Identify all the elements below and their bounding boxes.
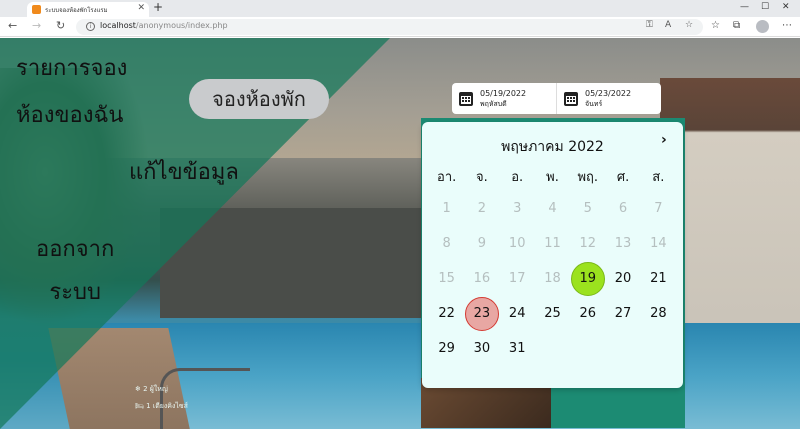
site-favicon-icon xyxy=(32,5,41,14)
logout-link[interactable]: ออกจาก ระบบ xyxy=(36,231,114,309)
calendar-day: 15 xyxy=(438,271,455,286)
forward-icon[interactable]: → xyxy=(32,19,41,32)
checkout-date-field[interactable]: 05/23/2022 จันทร์ xyxy=(556,83,661,114)
calendar-day[interactable]: 28 xyxy=(641,296,676,331)
calendar-month-title: พฤษภาคม 2022 xyxy=(501,139,604,155)
calendar-day[interactable]: 29 xyxy=(429,331,464,366)
close-window-icon[interactable]: ✕ xyxy=(782,2,790,12)
chevron-right-icon[interactable]: › xyxy=(661,132,667,148)
my-bookings-line2: ห้องของฉัน xyxy=(16,103,124,128)
profile-avatar[interactable] xyxy=(756,20,769,33)
calendar-day: 18 xyxy=(544,271,561,286)
calendar-day[interactable]: 20 xyxy=(605,261,640,296)
calendar-day: 8 xyxy=(442,236,451,251)
calendar-day[interactable]: 25 xyxy=(535,296,570,331)
tab-title: ระบบจองห้องพักโรงแรม xyxy=(45,6,108,14)
reload-icon[interactable]: ↻ xyxy=(56,19,65,32)
calendar-day[interactable]: 30 xyxy=(464,331,499,366)
checkin-date: 05/19/2022 xyxy=(480,88,527,98)
browser-toolbar: ← → ↻ i localhost/anonymous/index.php ⚿ … xyxy=(0,17,800,37)
url-host: localhost xyxy=(100,21,136,30)
calendar-day: 10 xyxy=(508,236,526,251)
calendar-day: 16 xyxy=(473,271,491,286)
calendar-day: 12 xyxy=(579,236,597,251)
calendar-day[interactable]: 31 xyxy=(500,331,535,366)
weekday-label: ศ. xyxy=(616,170,630,185)
calendar-day[interactable]: 26 xyxy=(570,296,605,331)
calendar-icon xyxy=(564,91,578,106)
calendar-day[interactable]: 24 xyxy=(500,296,535,331)
calendar-day: 11 xyxy=(544,236,561,251)
collections-icon[interactable]: ⧉ xyxy=(733,20,740,31)
calendar-days-grid: 1 2 3 4 5 6 7 8 9 10 11 12 13 14 15 16 17 18 19 20 21 22 23 24 2… xyxy=(429,191,676,366)
page-content: รายการจอง ห้องของฉัน จองห้องพัก แก้ไขข้อ… xyxy=(0,38,800,429)
calendar-day: 5 xyxy=(583,201,592,216)
browser-tab-bar: ระบบจองห้องพักโรงแรม ✕ + — ☐ ✕ xyxy=(0,0,800,17)
logout-line1: ออกจาก xyxy=(36,237,115,262)
site-info-icon[interactable]: i xyxy=(86,22,95,31)
calendar-day: 3 xyxy=(513,201,522,216)
calendar-popup: พฤษภาคม 2022 › อา. จ. อ. พ. พฤ. ศ. ส. 12345678… xyxy=(422,122,683,388)
calendar-icon xyxy=(459,91,473,106)
calendar-day: 14 xyxy=(650,236,667,251)
weekday-label: อ. xyxy=(511,170,524,185)
logout-line2: ระบบ xyxy=(49,280,101,305)
calendar-day-checkout[interactable]: 23 xyxy=(464,296,499,331)
calendar-day: 7 xyxy=(654,201,663,216)
weekday-label: พ. xyxy=(546,170,559,185)
maximize-icon[interactable]: ☐ xyxy=(761,2,769,12)
calendar-day: 2 xyxy=(477,201,487,216)
weekday-label: อา. xyxy=(437,170,457,185)
minimize-icon[interactable]: — xyxy=(740,2,749,12)
edit-info-link[interactable]: แก้ไขข้อมูล xyxy=(129,154,239,189)
guests-text: ❄ 2 ผู้ใหญ่ xyxy=(135,385,168,393)
back-icon[interactable]: ← xyxy=(8,19,17,32)
calendar-day[interactable]: 22 xyxy=(429,296,464,331)
url-text: localhost/anonymous/index.php xyxy=(100,21,228,30)
favorite-icon[interactable]: ☆ xyxy=(685,20,693,30)
calendar-day: 1 xyxy=(442,201,451,216)
checkin-date-field[interactable]: 05/19/2022 พฤหัสบดี xyxy=(452,83,556,114)
close-tab-icon[interactable]: ✕ xyxy=(137,3,145,13)
favorites-bar-icon[interactable]: ☆ xyxy=(711,20,720,31)
more-menu-icon[interactable]: ⋯ xyxy=(782,20,792,31)
my-bookings-link[interactable]: รายการจอง ห้องของฉัน xyxy=(16,50,127,132)
calendar-day[interactable]: 21 xyxy=(641,261,676,296)
calendar-day[interactable]: 27 xyxy=(605,296,640,331)
weekday-label: พฤ. xyxy=(577,170,599,185)
calendar-day: 4 xyxy=(548,201,557,216)
guests-label: 2 ผู้ใหญ่ xyxy=(143,385,168,393)
url-path: /anonymous/index.php xyxy=(135,21,228,30)
checkout-date: 05/23/2022 xyxy=(585,88,632,98)
new-tab-icon[interactable]: + xyxy=(153,0,163,14)
calendar-day: 17 xyxy=(508,271,526,286)
bed-text: 🛏 1 เตียงคิงไซส์ xyxy=(135,402,188,410)
calendar-day-checkin[interactable]: 19 xyxy=(570,261,605,296)
read-aloud-icon[interactable]: A xyxy=(665,20,671,30)
address-bar[interactable]: i localhost/anonymous/index.php ⚿ A ☆ xyxy=(76,19,703,35)
checkout-day: จันทร์ xyxy=(585,99,603,108)
book-room-button[interactable]: จองห้องพัก xyxy=(189,79,329,119)
calendar-day: 6 xyxy=(618,201,628,216)
room-info: ❄ 2 ผู้ใหญ่ 🛏 1 เตียงคิงไซส์ xyxy=(135,384,188,412)
bed-label: 1 เตียงคิงไซส์ xyxy=(146,402,188,410)
date-range-picker[interactable]: 05/19/2022 พฤหัสบดี 05/23/2022 จันทร์ xyxy=(452,83,661,114)
calendar-day: 9 xyxy=(477,236,487,251)
key-icon[interactable]: ⚿ xyxy=(646,20,653,30)
weekday-header: อา. จ. อ. พ. พฤ. ศ. ส. xyxy=(429,166,676,187)
weekday-label: จ. xyxy=(476,170,488,185)
my-bookings-line1: รายการจอง xyxy=(16,56,128,81)
browser-tab[interactable]: ระบบจองห้องพักโรงแรม ✕ xyxy=(27,2,149,17)
calendar-day: 13 xyxy=(614,236,632,251)
weekday-label: ส. xyxy=(652,170,665,185)
checkin-day: พฤหัสบดี xyxy=(480,99,507,108)
